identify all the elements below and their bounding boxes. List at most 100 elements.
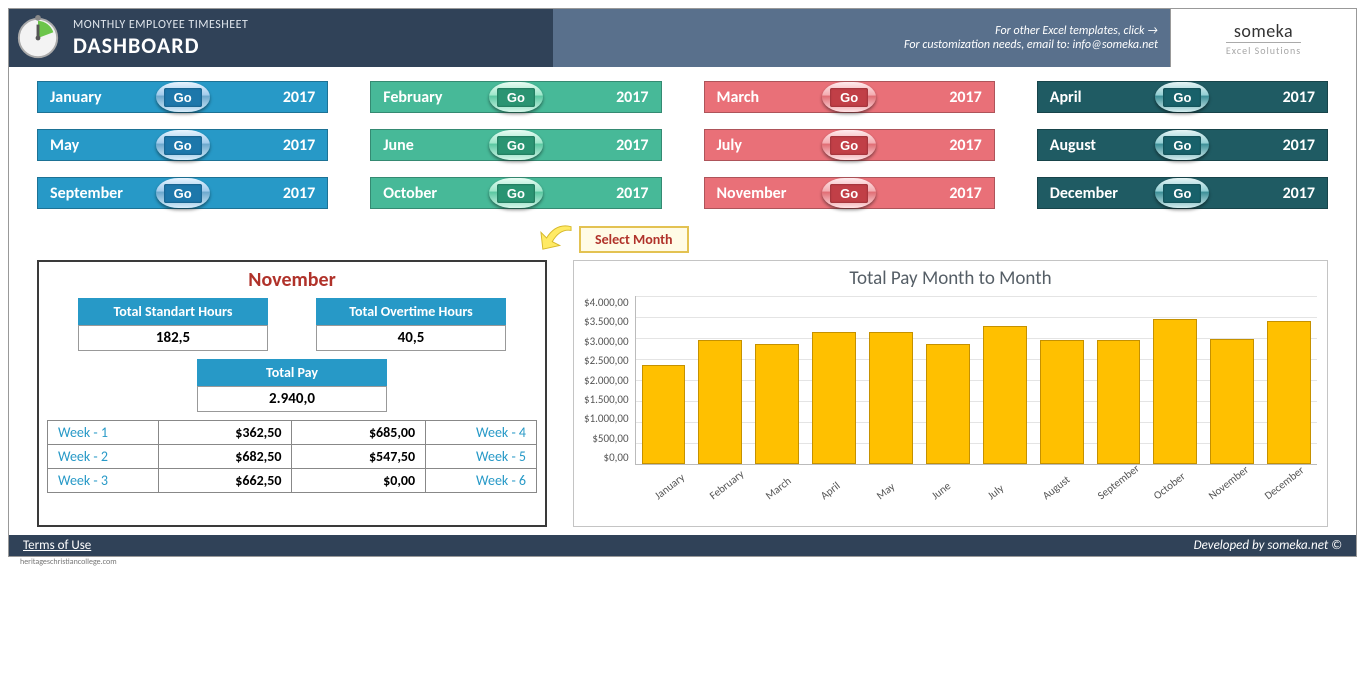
month-year: 2017 <box>616 88 648 107</box>
go-button[interactable]: Go <box>489 82 543 112</box>
month-name: October <box>383 184 437 203</box>
bar-january <box>642 365 686 464</box>
month-tile-april: AprilGo2017 <box>1037 81 1328 113</box>
month-tile-december: DecemberGo2017 <box>1037 177 1328 209</box>
y-tick: $1.000,00 <box>584 412 629 425</box>
bar-july <box>983 326 1027 465</box>
y-tick: $0,00 <box>604 451 629 464</box>
go-label: Go <box>164 136 202 155</box>
go-button[interactable]: Go <box>1155 130 1209 160</box>
overtime-hours-label: Total Overtime Hours <box>316 298 506 325</box>
go-label: Go <box>1163 88 1201 107</box>
table-row: Week - 3$662,50$0,00Week - 6 <box>48 469 537 493</box>
bar-october <box>1153 319 1197 464</box>
chart-y-axis: $4.000,00 $3.500,00 $3.000,00 $2.500,00 $2.0… <box>584 296 635 464</box>
developed-by: Developed by someka.net © <box>1194 538 1342 553</box>
y-tick: $4.000,00 <box>584 296 629 309</box>
summary-panel: November Total Standart Hours 182,5 Tota… <box>37 260 547 527</box>
month-year: 2017 <box>616 184 648 203</box>
week-amount: $685,00 <box>292 421 426 445</box>
select-month-row: Select Month <box>37 221 1328 258</box>
overtime-hours-value: 40,5 <box>316 325 506 351</box>
y-tick: $3.000,00 <box>584 335 629 348</box>
month-name: January <box>50 88 102 107</box>
bar-june <box>926 344 970 464</box>
y-tick: $500,00 <box>592 432 628 445</box>
bar-november <box>1210 339 1254 464</box>
header: MONTHLY EMPLOYEE TIMESHEET DASHBOARD For… <box>9 9 1356 67</box>
week-label: Week - 3 <box>48 469 159 493</box>
footer: Terms of Use Developed by someka.net © <box>9 535 1356 556</box>
go-label: Go <box>164 88 202 107</box>
week-label: Week - 1 <box>48 421 159 445</box>
month-year: 2017 <box>283 184 315 203</box>
week-label: Week - 6 <box>426 469 537 493</box>
go-label: Go <box>830 136 868 155</box>
y-tick: $3.500,00 <box>584 315 629 328</box>
go-button[interactable]: Go <box>489 178 543 208</box>
month-tile-march: MarchGo2017 <box>704 81 995 113</box>
go-button[interactable]: Go <box>1155 82 1209 112</box>
bar-march <box>755 344 799 464</box>
go-button[interactable]: Go <box>156 178 210 208</box>
table-row: Week - 2$682,50$547,50Week - 5 <box>48 445 537 469</box>
chart-title: Total Pay Month to Month <box>584 267 1317 290</box>
go-button[interactable]: Go <box>1155 178 1209 208</box>
month-tile-january: January Go 2017 <box>37 81 328 113</box>
header-title: DASHBOARD <box>73 32 553 59</box>
month-name: December <box>1050 184 1118 203</box>
week-amount: $0,00 <box>292 469 426 493</box>
month-year: 2017 <box>1283 136 1315 155</box>
go-button[interactable]: Go <box>489 130 543 160</box>
bar-february <box>698 340 742 464</box>
week-label: Week - 5 <box>426 445 537 469</box>
month-name: September <box>50 184 123 203</box>
dashboard-frame: MONTHLY EMPLOYEE TIMESHEET DASHBOARD For… <box>8 8 1357 557</box>
body: JanuaryGo2017FebruaryGo2017MarchGo2017Ap… <box>9 67 1356 535</box>
go-label: Go <box>164 184 202 203</box>
week-amount: $682,50 <box>158 445 292 469</box>
week-label: Week - 4 <box>426 421 537 445</box>
month-tile-september: September Go 2017 <box>37 177 328 209</box>
month-tile-november: NovemberGo2017 <box>704 177 995 209</box>
month-year: 2017 <box>949 136 981 155</box>
table-row: Week - 1$362,50$685,00Week - 4 <box>48 421 537 445</box>
chart-x-axis: JanuaryFebruaryMarchAprilMayJuneJulyAugu… <box>652 476 1317 524</box>
month-name: June <box>383 136 414 155</box>
total-pay-value: 2.940,0 <box>197 386 387 412</box>
bar-september <box>1097 340 1141 464</box>
y-tick: $2.500,00 <box>584 354 629 367</box>
selected-month: November <box>47 266 537 298</box>
month-name: August <box>1050 136 1096 155</box>
month-tile-february: FebruaryGo2017 <box>370 81 661 113</box>
clock-icon <box>9 9 67 67</box>
arrow-down-left-icon <box>537 221 575 258</box>
overtime-hours-metric: Total Overtime Hours 40,5 <box>316 298 506 351</box>
go-button[interactable]: Go <box>822 130 876 160</box>
week-amount: $547,50 <box>292 445 426 469</box>
week-amount: $662,50 <box>158 469 292 493</box>
go-label: Go <box>497 184 535 203</box>
go-button[interactable]: Go <box>156 130 210 160</box>
go-button[interactable]: Go <box>822 82 876 112</box>
contact-email: For customization needs, email to: info@… <box>904 38 1158 52</box>
month-tile-october: October Go 2017 <box>370 177 661 209</box>
chart-bars <box>635 296 1317 465</box>
month-tile-july: July Go 2017 <box>704 129 995 161</box>
go-button[interactable]: Go <box>822 178 876 208</box>
month-year: 2017 <box>283 136 315 155</box>
y-tick: $2.000,00 <box>584 374 629 387</box>
month-grid: JanuaryGo2017FebruaryGo2017MarchGo2017Ap… <box>37 81 1328 209</box>
source-note: heritageschristiancollege.com <box>8 557 1357 567</box>
templates-link[interactable]: For other Excel templates, click → <box>995 24 1158 38</box>
month-year: 2017 <box>283 88 315 107</box>
bar-april <box>812 332 856 464</box>
terms-link[interactable]: Terms of Use <box>23 538 91 553</box>
go-button[interactable]: Go <box>156 82 210 112</box>
weeks-table: Week - 1$362,50$685,00Week - 4Week - 2$6… <box>47 420 537 493</box>
select-month-badge[interactable]: Select Month <box>579 226 689 253</box>
bar-may <box>869 332 913 464</box>
month-name: July <box>717 136 742 155</box>
brand-logo: someka Excel Solutions <box>1170 9 1356 67</box>
go-label: Go <box>1163 136 1201 155</box>
